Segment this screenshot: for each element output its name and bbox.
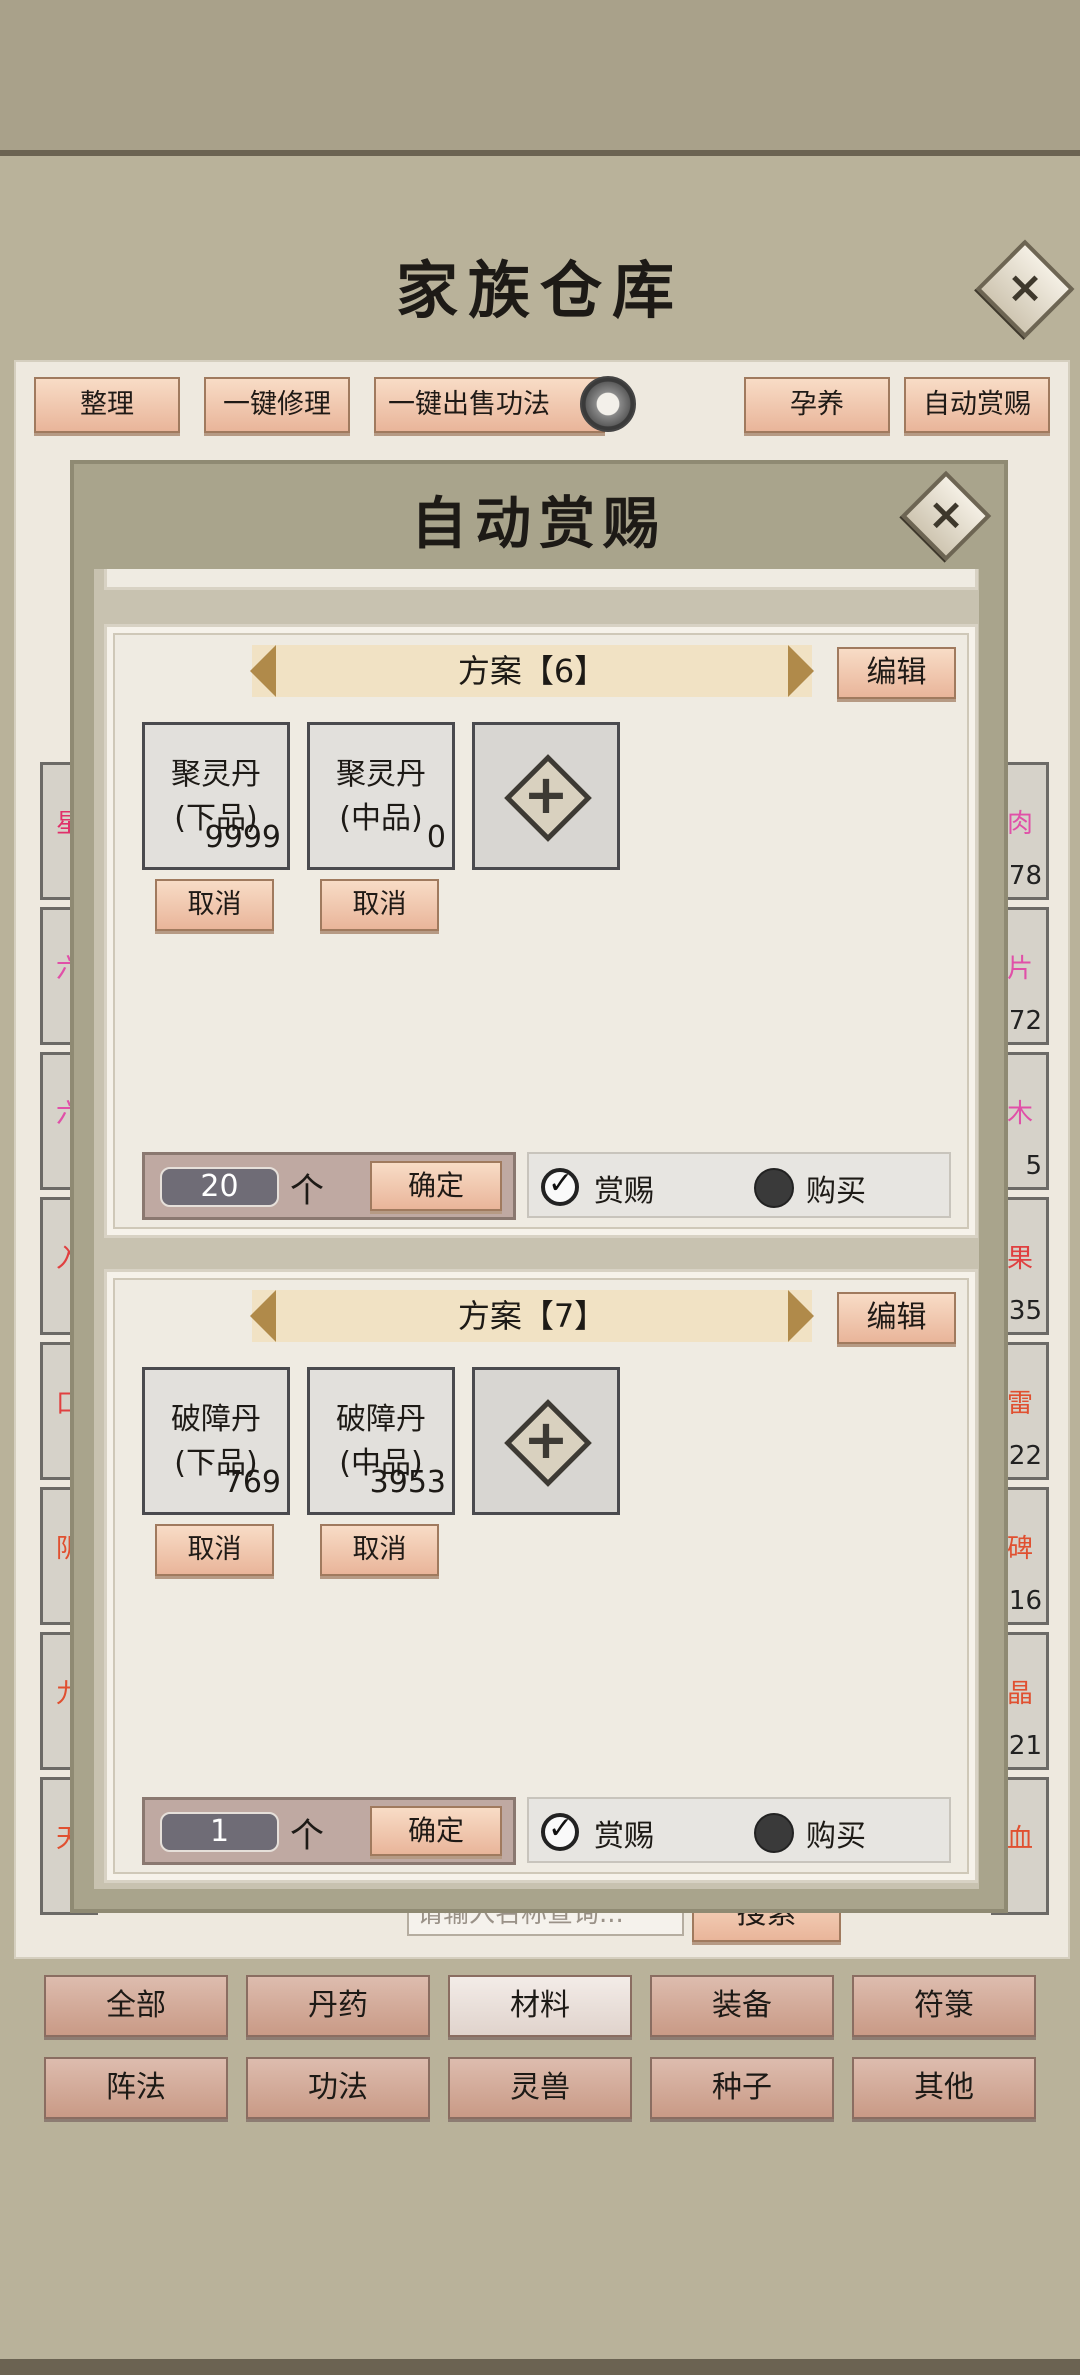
quantity-box: 1 个 确定	[142, 1797, 516, 1865]
cancel-item-button[interactable]: 取消	[155, 879, 274, 931]
category-tab[interactable]: 阵法	[44, 2057, 228, 2119]
category-tab[interactable]: 其他	[852, 2057, 1036, 2119]
nurture-button[interactable]: 孕养	[744, 377, 890, 433]
item-count: 0	[426, 820, 446, 855]
plan-name[interactable]: 方案【6】	[250, 645, 814, 697]
inventory-item-count: 78	[1008, 861, 1042, 891]
quantity-box: 20 个 确定	[142, 1152, 516, 1220]
category-tab[interactable]: 灵兽	[448, 2057, 632, 2119]
tidy-button[interactable]: 整理	[34, 377, 180, 433]
inventory-item-count: 22	[1008, 1441, 1042, 1471]
add-item-button[interactable]: +	[472, 722, 620, 870]
edit-plan-button[interactable]: 编辑	[837, 1292, 956, 1344]
top-banner	[0, 0, 1080, 156]
modal-title: 自动赏赐	[411, 491, 667, 557]
category-tab[interactable]: 材料	[448, 1975, 632, 2037]
page-title: 家族仓库	[395, 254, 684, 327]
close-icon: ×	[1006, 262, 1044, 313]
quantity-unit: 个	[290, 1171, 324, 1211]
category-tab[interactable]: 装备	[650, 1975, 834, 2037]
buy-radio[interactable]	[754, 1813, 794, 1853]
reward-radio[interactable]	[541, 1811, 579, 1851]
plus-icon: +	[523, 763, 569, 826]
plan-card: 方案【6】 编辑 聚灵丹 (下品) 9999 取消 聚灵丹 (中品) 0 取消 …	[104, 624, 978, 1238]
bottom-edge	[0, 2359, 1080, 2375]
quantity-unit: 个	[290, 1816, 324, 1856]
plan-item-slot[interactable]: 聚灵丹 (下品) 9999	[142, 722, 290, 870]
reward-label: 赏赐	[594, 1819, 654, 1854]
mode-selector: 赏赐 购买	[527, 1797, 951, 1863]
confirm-button[interactable]: 确定	[370, 1806, 502, 1856]
add-item-button[interactable]: +	[472, 1367, 620, 1515]
auto-reward-modal: 自动赏赐 × 方案【6】 编辑 聚灵丹 (下品) 9999 取消 聚灵丹 (中品…	[70, 460, 1008, 1913]
cancel-item-button[interactable]: 取消	[155, 1524, 274, 1576]
plan-name[interactable]: 方案【7】	[250, 1290, 814, 1342]
inventory-item-count: 21	[1008, 1731, 1042, 1761]
plans-scroll-area[interactable]: 方案【6】 编辑 聚灵丹 (下品) 9999 取消 聚灵丹 (中品) 0 取消 …	[94, 569, 979, 1889]
inventory-item-count: 5	[1025, 1151, 1042, 1181]
quantity-input[interactable]: 20	[160, 1167, 279, 1207]
item-count: 3953	[369, 1465, 446, 1500]
category-tab[interactable]: 丹药	[246, 1975, 430, 2037]
edit-plan-button[interactable]: 编辑	[837, 647, 956, 699]
buy-label: 购买	[806, 1819, 866, 1854]
plus-icon: +	[523, 1408, 569, 1471]
category-tab[interactable]: 功法	[246, 2057, 430, 2119]
item-count: 9999	[204, 820, 281, 855]
inventory-item-count: 72	[1008, 1006, 1042, 1036]
category-tab[interactable]: 符箓	[852, 1975, 1036, 2037]
inventory-item-count: 16	[1008, 1586, 1042, 1616]
reward-label: 赏赐	[594, 1174, 654, 1209]
gear-icon[interactable]	[580, 376, 636, 432]
plan-item-slot[interactable]: 破障丹 (中品) 3953	[307, 1367, 455, 1515]
sell-all-techniques-button[interactable]: 一键出售功法	[374, 377, 605, 433]
repair-all-button[interactable]: 一键修理	[204, 377, 350, 433]
buy-label: 购买	[806, 1174, 866, 1209]
inventory-item-count: 35	[1008, 1296, 1042, 1326]
item-count: 769	[223, 1465, 281, 1500]
reward-radio[interactable]	[541, 1166, 579, 1206]
plan-item-slot[interactable]: 聚灵丹 (中品) 0	[307, 722, 455, 870]
plan-card: 方案【7】 编辑 破障丹 (下品) 769 取消 破障丹 (中品) 3953 取…	[104, 1269, 978, 1883]
mode-selector: 赏赐 购买	[527, 1152, 951, 1218]
quantity-input[interactable]: 1	[160, 1812, 279, 1852]
cancel-item-button[interactable]: 取消	[320, 1524, 439, 1576]
confirm-button[interactable]: 确定	[370, 1161, 502, 1211]
cancel-item-button[interactable]: 取消	[320, 879, 439, 931]
close-icon: ×	[927, 489, 965, 540]
auto-reward-button[interactable]: 自动赏赐	[904, 377, 1050, 433]
category-tab[interactable]: 种子	[650, 2057, 834, 2119]
plan-item-slot[interactable]: 破障丹 (下品) 769	[142, 1367, 290, 1515]
buy-radio[interactable]	[754, 1168, 794, 1208]
previous-plan-edge	[104, 569, 978, 590]
category-tab[interactable]: 全部	[44, 1975, 228, 2037]
